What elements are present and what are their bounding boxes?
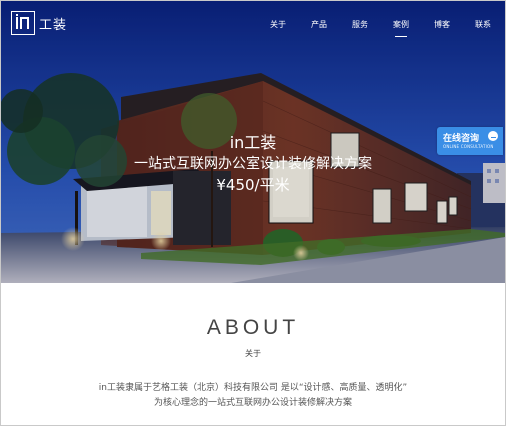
nav-item-about[interactable]: 关于 — [270, 19, 286, 30]
nav-item-cases[interactable]: 案例 — [393, 19, 409, 37]
nav-item-products[interactable]: 产品 — [311, 19, 327, 30]
nav-item-blog[interactable]: 博客 — [434, 19, 450, 30]
chat-sublabel: ONLINE CONSULTATION — [443, 144, 494, 149]
top-navigation: 工装 关于 产品 服务 案例 博客 联系 — [1, 1, 505, 49]
logo-mark-icon — [11, 11, 35, 35]
chat-label: 在线咨询 — [443, 134, 480, 144]
about-description-line-1: in工装隶属于艺格工装（北京）科技有限公司 是以“设计感、高质量、透明化” — [98, 383, 408, 393]
page: 工装 关于 产品 服务 案例 博客 联系 in工装 一站式互联网办公室设计装修解… — [0, 0, 506, 426]
site-logo[interactable]: 工装 — [11, 11, 67, 35]
about-heading: ABOUT — [206, 316, 300, 339]
nav-item-services[interactable]: 服务 — [352, 19, 368, 30]
hero-brand: in工装 — [229, 133, 277, 152]
online-consultation-button[interactable]: 在线咨询 ONLINE CONSULTATION — [437, 127, 503, 155]
main-menu: 关于 产品 服务 案例 博客 联系 — [245, 19, 491, 37]
about-description-line-2: 为核心理念的一站式互联网办公设计装修解决方案 — [153, 398, 352, 408]
hero-banner: 工装 关于 产品 服务 案例 博客 联系 in工装 一站式互联网办公室设计装修解… — [1, 1, 505, 283]
hero-slogan: 一站式互联网办公室设计装修解决方案 — [134, 156, 372, 172]
hero-price: ¥450/平米 — [216, 176, 290, 194]
about-subheading: 关于 — [245, 349, 261, 358]
logo-text: 工装 — [39, 17, 68, 33]
chat-bubble-icon — [488, 131, 498, 141]
nav-item-contact[interactable]: 联系 — [475, 19, 491, 30]
